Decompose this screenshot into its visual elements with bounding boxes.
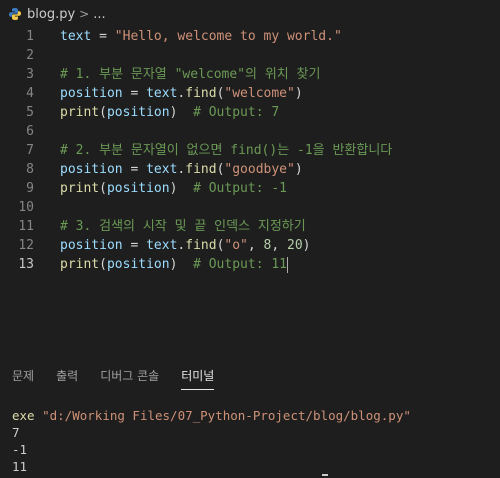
code-token: = [91,29,115,44]
code-token: print [60,181,100,196]
code-line[interactable]: 1 text = "Hello, welcome to my world." [0,27,500,46]
code-token: = [122,238,147,253]
code-line[interactable]: 8 position = text.find("goodbye") [0,160,500,179]
terminal-output-line: 7 [12,425,20,440]
line-number: 6 [26,124,34,139]
code-token: find [185,86,217,101]
code-text: print(position) # Output: 11 [60,255,288,274]
breadcrumb-file[interactable]: blog.py [27,7,75,22]
code-token: text [146,162,178,177]
line-number: 5 [26,105,34,120]
code-text: position = text.find("o", 8, 20) [60,236,311,255]
code-token: position [60,86,123,101]
code-token: find [185,162,217,177]
code-token: ( [99,105,107,120]
line-number: 10 [18,200,34,215]
code-token: "goodbye" [224,162,295,177]
panel-tab[interactable]: 디버그 콘솔 [100,362,159,389]
code-line[interactable]: 11 # 3. 검색의 시작 및 끝 인덱스 지정하기 [0,217,500,236]
code-line[interactable]: 12 position = text.find("o", 8, 20) [0,236,500,255]
code-token: ) [294,86,303,101]
code-token: position [106,257,170,272]
code-line[interactable]: 2 [0,46,500,65]
code-token: print [60,105,100,120]
line-number: 13 [18,257,34,272]
terminal-command-exe: exe [12,408,35,423]
panel-tab[interactable]: 출력 [56,362,78,389]
code-token: find [185,238,217,253]
terminal[interactable]: exe "d:/Working Files/07_Python-Project/… [12,407,497,475]
code-line[interactable]: 5 print(position) # Output: 7 [0,103,500,122]
code-token: position [60,162,123,177]
code-token: # 3. 검색의 시작 및 끝 인덱스 지정하기 [60,219,306,234]
code-token: # 1. 부분 문자열 "welcome"의 위치 찾기 [60,67,321,82]
code-text: # 2. 부분 문자열이 없으면 find()는 -1을 반환합니다 [60,141,392,160]
panel-tab[interactable]: 터미널 [181,362,215,390]
code-token: "welcome" [224,86,295,101]
code-token: print [60,257,100,272]
code-text: # 1. 부분 문자열 "welcome"의 위치 찾기 [60,65,320,84]
code-token: position [60,238,123,253]
code-line[interactable]: 13 print(position) # Output: 11 [0,255,500,274]
line-number: 3 [26,67,34,82]
code-token: position [106,105,170,120]
terminal-output-line: 11 [12,459,28,474]
code-token: text [60,29,92,44]
code-token: 20 [287,238,303,253]
line-number: 1 [26,29,34,44]
code-token: # 2. 부분 문자열이 없으면 find()는 -1을 반환합니다 [60,143,393,158]
code-token: = [122,162,147,177]
code-token: ( [99,257,107,272]
line-number: 2 [26,48,34,63]
code-line[interactable]: 9 print(position) # Output: -1 [0,179,500,198]
code-token: , [271,238,288,253]
terminal-output-line: -1 [12,442,28,457]
code-text: position = text.find("goodbye") [60,160,303,179]
line-number: 8 [26,162,34,177]
code-text: # 3. 검색의 시작 및 끝 인덱스 지정하기 [60,217,306,236]
line-number: 11 [18,219,34,234]
code-token: # Output: -1 [177,181,287,196]
code-token: ) [294,162,303,177]
code-token: # Output: 7 [177,105,280,120]
code-token: text [146,86,178,101]
line-number: 4 [26,86,34,101]
line-number: 12 [18,238,34,253]
code-token: ) [302,238,311,253]
line-number: 7 [26,143,34,158]
chevron-right-icon: > [79,7,90,21]
text-cursor [287,256,288,273]
code-editor[interactable]: 1 text = "Hello, welcome to my world." 2 3 #… [0,27,500,274]
code-token: ( [99,181,107,196]
code-line[interactable]: 10 [0,198,500,217]
line-number: 9 [26,181,34,196]
code-token: "Hello, welcome to my world." [114,29,342,44]
terminal-command: exe "d:/Working Files/07_Python-Project/… [12,407,497,424]
code-token: text [146,238,178,253]
code-line[interactable]: 6 [0,122,500,141]
code-line[interactable]: 3 # 1. 부분 문자열 "welcome"의 위치 찾기 [0,65,500,84]
terminal-cursor [322,474,328,476]
breadcrumb-symbols[interactable]: ... [93,7,105,22]
python-file-icon [8,7,22,21]
terminal-command-path: "d:/Working Files/07_Python-Project/blog… [42,408,411,423]
code-token: , [247,238,264,253]
code-text: text = "Hello, welcome to my world." [60,27,342,46]
panel-tab-bar: 문제 출력 디버그 콘솔 터미널 [0,362,500,390]
code-line[interactable]: 4 position = text.find("welcome") [0,84,500,103]
code-text: print(position) # Output: 7 [60,103,279,122]
code-text: position = text.find("welcome") [60,84,303,103]
code-token: position [106,181,170,196]
code-line[interactable]: 7 # 2. 부분 문자열이 없으면 find()는 -1을 반환합니다 [0,141,500,160]
code-token: = [122,86,147,101]
code-token: # Output: 11 [177,257,287,272]
code-token: "o" [224,238,248,253]
panel-tab[interactable]: 문제 [12,362,34,389]
breadcrumb: blog.py > ... [0,0,500,28]
code-text: print(position) # Output: -1 [60,179,287,198]
